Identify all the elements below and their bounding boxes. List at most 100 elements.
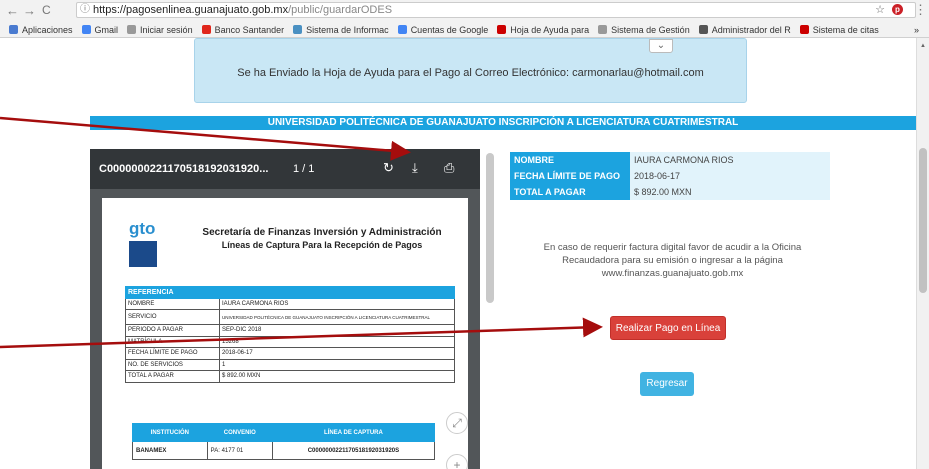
payment-summary: NOMBRE IAURA CARMONA RIOS FECHA LÍMITE DE …: [510, 152, 830, 200]
table-row: TOTAL A PAGAR $ 892.00 MXN: [125, 370, 455, 383]
ref-value: IAURA CARMONA RIOS: [219, 297, 455, 310]
summary-key: NOMBRE: [510, 152, 630, 168]
url-path: /public/guardarODES: [288, 4, 393, 16]
summary-value: IAURA CARMONA RIOS: [630, 152, 830, 168]
ref-value: SEP-DIC 2018: [219, 324, 455, 337]
service-banner: UNIVERSIDAD POLITÉCNICA DE GUANAJUATO IN…: [90, 116, 916, 130]
bookmark-item[interactable]: Sistema de Informac: [293, 25, 389, 35]
bookmark-icon: [698, 25, 708, 34]
ref-key: NO. DE SERVICIOS: [125, 358, 220, 371]
ref-key: FECHA LÍMITE DE PAGO: [125, 347, 220, 360]
ref-key: NOMBRE: [125, 297, 220, 310]
ref-key: SERVICIO: [125, 309, 220, 325]
pinterest-icon[interactable]: p: [892, 4, 903, 15]
table-row: NO. DE SERVICIOS 1: [125, 358, 455, 371]
bookmark-item[interactable]: Gmail: [81, 25, 118, 35]
pay-online-button[interactable]: Realizar Pago en Línea: [610, 316, 726, 340]
column-header: CONVENIO: [206, 423, 273, 442]
pdf-page: gto Secretaría de Finanzas Inversión y A…: [102, 198, 468, 469]
reference-table: REFERENCIA NOMBRE IAURA CARMONA RIOS SERVIC…: [125, 286, 455, 383]
bookmark-icon: [201, 25, 211, 34]
summary-value: 2018-06-17: [630, 168, 830, 184]
invoice-info: En caso de requerir factura digital favo…: [543, 242, 802, 279]
pdf-subtitle: Líneas de Captura Para la Recepción de P…: [221, 240, 423, 250]
url-host: https://pagosenlinea.guanajuato.gob.mx: [93, 4, 289, 16]
ref-value: 15268: [219, 335, 455, 348]
summary-key: FECHA LÍMITE DE PAGO: [510, 168, 630, 184]
summary-row: TOTAL A PAGAR $ 892.00 MXN: [510, 184, 830, 200]
browser-chrome: ← → C ⓘ https://pagosenlinea.guanajuato.…: [0, 0, 929, 38]
pdf-scrollbar[interactable]: [486, 153, 494, 303]
pdf-viewer: C0000000221170518192031920... 1 / 1 ↻ ⤓ …: [90, 149, 480, 469]
table-row: BANAMEX PA: 4177 01 C000000022117051819203…: [132, 441, 436, 460]
zoom-in-icon[interactable]: +: [446, 454, 468, 469]
page-content: ⌄ Se ha Enviado la Hoja de Ayuda para el…: [0, 38, 916, 469]
bookmark-item[interactable]: Sistema de citas: [799, 25, 879, 35]
column-header: INSTITUCIÓN: [132, 423, 208, 442]
table-row: NOMBRE IAURA CARMONA RIOS: [125, 297, 455, 310]
bookmarks-more[interactable]: »: [914, 25, 919, 35]
summary-row: NOMBRE IAURA CARMONA RIOS: [510, 152, 830, 168]
info-icon[interactable]: ⓘ: [80, 3, 90, 17]
bookmark-icon: [598, 25, 608, 34]
bookmark-icon: [293, 25, 303, 34]
table-header-row: REFERENCIA: [125, 286, 455, 299]
pdf-page-indicator: 1 / 1: [293, 163, 315, 175]
table-row: FECHA LÍMITE DE PAGO 2018-06-17: [125, 347, 455, 360]
print-icon[interactable]: ⎙: [444, 160, 454, 176]
bookmark-item[interactable]: Cuentas de Google: [397, 25, 488, 35]
ref-value: $ 892.00 MXN: [219, 370, 455, 383]
bookmark-item[interactable]: Banco Santander: [201, 25, 284, 35]
table-row: MATRÍCULA 15268: [125, 335, 455, 348]
pdf-toolbar: C0000000221170518192031920... 1 / 1 ↻ ⤓ …: [90, 149, 480, 189]
summary-row: FECHA LÍMITE DE PAGO 2018-06-17: [510, 168, 830, 184]
bookmark-item[interactable]: Iniciar sesión: [127, 25, 193, 35]
address-bar[interactable]: ⓘ https://pagosenlinea.guanajuato.gob.mx…: [76, 2, 916, 18]
menu-icon[interactable]: ⋮: [914, 2, 927, 18]
bookmark-item[interactable]: Aplicaciones: [9, 25, 73, 35]
star-icon[interactable]: ☆: [875, 3, 885, 17]
bookmark-icon: [81, 25, 91, 34]
scroll-up-icon[interactable]: ▲: [920, 43, 926, 49]
table-row: SERVICIO UNIVERSIDAD POLITÉCNICA DE GUANA…: [125, 309, 455, 325]
chevron-down-icon[interactable]: ⌄: [649, 39, 673, 53]
table-row: PERIODO A PAGAR SEP-DIC 2018: [125, 324, 455, 337]
scroll-thumb[interactable]: [919, 148, 927, 293]
linea-cell: C0000000221170518192031920S: [271, 441, 436, 460]
column-header: LÍNEA DE CAPTURA: [271, 423, 436, 442]
download-icon[interactable]: ⤓: [412, 160, 418, 176]
institution-cell: BANAMEX: [132, 441, 208, 460]
ref-key: PERIODO A PAGAR: [125, 324, 220, 337]
institution-table: INSTITUCIÓN CONVENIO LÍNEA DE CAPTURA BANAM…: [132, 423, 436, 460]
rotate-icon[interactable]: ↻: [383, 160, 394, 176]
summary-value: $ 892.00 MXN: [630, 184, 830, 200]
bookmark-icon: [397, 25, 407, 34]
back-button[interactable]: Regresar: [640, 372, 694, 396]
forward-icon[interactable]: →: [23, 2, 36, 18]
bookmark-item[interactable]: Sistema de Gestión: [598, 25, 690, 35]
fit-page-icon[interactable]: ⤢: [446, 412, 468, 434]
table-header-row: INSTITUCIÓN CONVENIO LÍNEA DE CAPTURA: [132, 423, 436, 442]
bookmark-icon: [9, 25, 18, 34]
page-scrollbar[interactable]: ▲: [916, 38, 929, 469]
pdf-filename: C0000000221170518192031920...: [99, 163, 269, 175]
bookmarks-bar: Aplicaciones Gmail Iniciar sesión Banco San…: [0, 22, 929, 37]
reload-icon[interactable]: C: [42, 2, 51, 18]
email-sent-notice: ⌄ Se ha Enviado la Hoja de Ayuda para el…: [194, 38, 747, 103]
back-icon[interactable]: ←: [6, 2, 19, 18]
ref-header: REFERENCIA: [125, 286, 455, 299]
ref-value: 1: [219, 358, 455, 371]
bookmark-icon: [127, 25, 137, 34]
gto-logo: gto: [129, 220, 157, 275]
bookmark-item[interactable]: Administrador del R: [698, 25, 791, 35]
notice-text: Se ha Enviado la Hoja de Ayuda para el P…: [237, 67, 704, 79]
summary-key: TOTAL A PAGAR: [510, 184, 630, 200]
bookmark-icon: [497, 25, 507, 34]
ref-value: 2018-06-17: [219, 347, 455, 360]
ref-key: MATRÍCULA: [125, 335, 220, 348]
ref-key: TOTAL A PAGAR: [125, 370, 220, 383]
bookmark-item[interactable]: Hoja de Ayuda para: [497, 25, 589, 35]
ref-value: UNIVERSIDAD POLITÉCNICA DE GUANAJUATO IN…: [219, 309, 455, 325]
convenio-cell: PA: 4177 01: [206, 441, 273, 460]
bookmark-icon: [799, 25, 809, 34]
